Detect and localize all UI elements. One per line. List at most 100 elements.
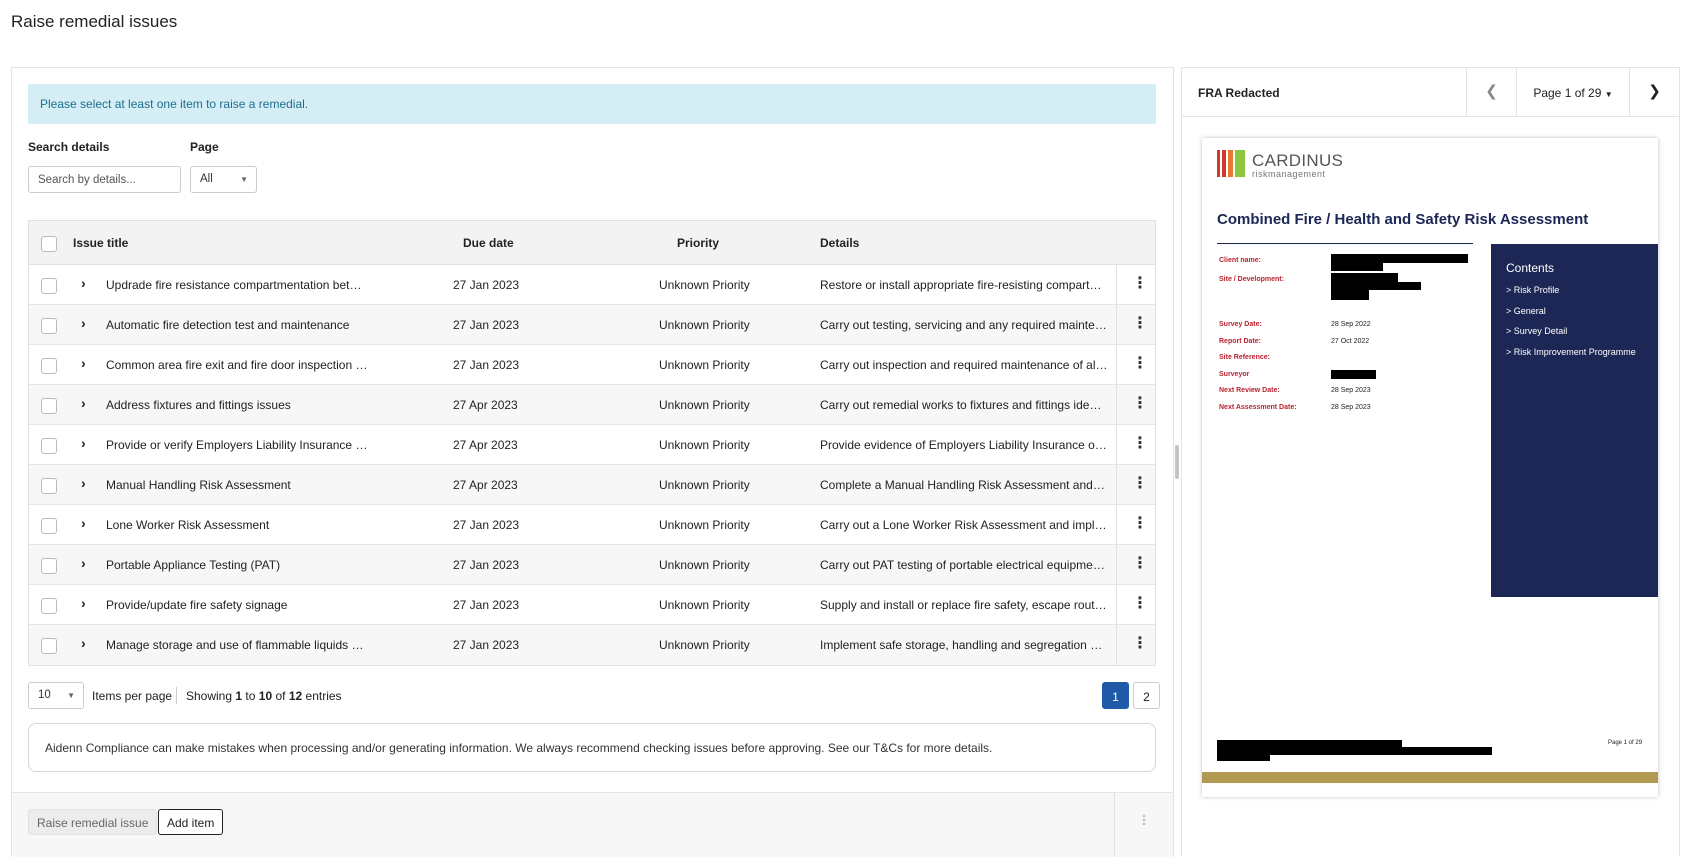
- details: Complete a Manual Handling Risk Assessme…: [820, 478, 1108, 492]
- kebab-menu-icon[interactable]: ⋮: [1132, 596, 1148, 612]
- table-row: › Automatic fire detection test and main…: [29, 305, 1155, 345]
- page-button-2[interactable]: 2: [1133, 682, 1160, 709]
- column-divider: [1116, 265, 1117, 304]
- pdf-field-label: Report Date:: [1219, 338, 1262, 345]
- chevron-right-icon[interactable]: ›: [81, 516, 86, 530]
- priority: Unknown Priority: [659, 318, 750, 332]
- kebab-menu-icon[interactable]: ⋮: [1132, 476, 1148, 492]
- table-row: › Updrade fire resistance compartmentati…: [29, 265, 1155, 305]
- document-viewer: FRA Redacted ❮ Page 1 of 29 ▼ ❯ CARDINUS…: [1181, 67, 1680, 856]
- pdf-field-value: 28 Sep 2023: [1331, 387, 1371, 394]
- remedial-list-panel: Please select at least one item to raise…: [11, 67, 1174, 857]
- issue-title: Manual Handling Risk Assessment: [106, 478, 291, 492]
- panel-resize-handle[interactable]: [1175, 445, 1179, 479]
- chevron-right-icon[interactable]: ❯: [1629, 68, 1679, 116]
- column-divider: [1116, 505, 1117, 544]
- select-all-checkbox[interactable]: [41, 236, 57, 252]
- chevron-right-icon[interactable]: ›: [81, 436, 86, 450]
- search-label: Search details: [28, 140, 110, 154]
- pdf-field-label: Client name:: [1219, 257, 1262, 264]
- chevron-right-icon[interactable]: ›: [81, 556, 86, 570]
- row-checkbox[interactable]: [41, 318, 57, 334]
- pdf-page-preview: CARDINUS riskmanagement Combined Fire / …: [1202, 138, 1658, 797]
- table-row: › Provide/update fire safety signage 27 …: [29, 585, 1155, 625]
- due-date: 27 Apr 2023: [453, 398, 518, 412]
- contents-title: Contents: [1506, 261, 1555, 275]
- page-indicator-dropdown[interactable]: Page 1 of 29 ▼: [1516, 68, 1629, 116]
- chevron-right-icon[interactable]: ›: [81, 636, 86, 650]
- column-divider: [1116, 465, 1117, 504]
- details: Carry out remedial works to fixtures and…: [820, 398, 1108, 412]
- divider: [1114, 793, 1115, 857]
- header-priority: Priority: [677, 236, 720, 250]
- chevron-right-icon[interactable]: ›: [81, 316, 86, 330]
- chevron-right-icon[interactable]: ›: [81, 276, 86, 290]
- row-checkbox[interactable]: [41, 358, 57, 374]
- chevron-left-icon[interactable]: ❮: [1466, 68, 1516, 116]
- items-per-page-select[interactable]: 10 ▼: [28, 682, 84, 709]
- chevron-right-icon[interactable]: ›: [81, 356, 86, 370]
- divider: [176, 687, 177, 704]
- details: Implement safe storage, handling and seg…: [820, 638, 1108, 652]
- due-date: 27 Apr 2023: [453, 438, 518, 452]
- priority: Unknown Priority: [659, 598, 750, 612]
- items-per-page-label: Items per page: [92, 689, 173, 703]
- raise-remedial-button[interactable]: Raise remedial issue: [28, 809, 158, 835]
- pdf-field-label: Next Review Date:: [1219, 387, 1280, 394]
- kebab-menu-icon[interactable]: ⋮: [1132, 356, 1148, 372]
- chevron-right-icon[interactable]: ›: [81, 596, 86, 610]
- issue-title: Address fixtures and fittings issues: [106, 398, 291, 412]
- issue-title: Portable Appliance Testing (PAT): [106, 558, 281, 572]
- contents-item: > Survey Detail: [1506, 326, 1568, 336]
- kebab-menu-icon[interactable]: ⋮: [1132, 396, 1148, 412]
- table-row: › Portable Appliance Testing (PAT) 27 Ja…: [29, 545, 1155, 585]
- kebab-menu-icon[interactable]: ⋮: [1132, 636, 1148, 652]
- redaction-block: [1217, 753, 1270, 761]
- due-date: 27 Apr 2023: [453, 478, 518, 492]
- showing-entries-text: Showing 1 to 10 of 12 entries: [186, 689, 342, 703]
- row-checkbox[interactable]: [41, 398, 57, 414]
- due-date: 27 Jan 2023: [453, 598, 520, 612]
- page-filter-value: All: [200, 173, 213, 185]
- contents-item: > Risk Improvement Programme: [1506, 347, 1636, 357]
- priority: Unknown Priority: [659, 278, 750, 292]
- vertical-dots-icon[interactable]: ◦ ◦ ◦: [1129, 812, 1159, 830]
- issue-title: Provide/update fire safety signage: [106, 598, 288, 612]
- row-checkbox[interactable]: [41, 478, 57, 494]
- kebab-menu-icon[interactable]: ⋮: [1132, 516, 1148, 532]
- page-filter-select[interactable]: All ▼: [190, 166, 257, 193]
- pdf-field-label: Next Assessment Date:: [1219, 404, 1297, 411]
- table-row: › Provide or verify Employers Liability …: [29, 425, 1155, 465]
- kebab-menu-icon[interactable]: ⋮: [1132, 436, 1148, 452]
- kebab-menu-icon[interactable]: ⋮: [1132, 316, 1148, 332]
- kebab-menu-icon[interactable]: ⋮: [1132, 276, 1148, 292]
- chevron-right-icon[interactable]: ›: [81, 396, 86, 410]
- redaction-block: [1331, 263, 1383, 271]
- action-footer: Raise remedial issue Add item ◦ ◦ ◦: [12, 792, 1173, 857]
- add-item-button[interactable]: Add item: [158, 809, 224, 835]
- column-divider: [1116, 585, 1117, 624]
- row-checkbox[interactable]: [41, 638, 57, 654]
- due-date: 27 Jan 2023: [453, 558, 520, 572]
- issue-title: Automatic fire detection test and mainte…: [106, 318, 350, 332]
- row-checkbox[interactable]: [41, 598, 57, 614]
- row-checkbox[interactable]: [41, 278, 57, 294]
- details: Carry out testing, servicing and any req…: [820, 318, 1108, 332]
- row-checkbox[interactable]: [41, 438, 57, 454]
- table-row: › Address fixtures and fittings issues 2…: [29, 385, 1155, 425]
- column-divider: [1116, 345, 1117, 384]
- row-checkbox[interactable]: [41, 558, 57, 574]
- due-date: 27 Jan 2023: [453, 318, 520, 332]
- details: Carry out PAT testing of portable electr…: [820, 558, 1108, 572]
- search-input[interactable]: [28, 166, 181, 193]
- page-button-1[interactable]: 1: [1102, 682, 1129, 709]
- header-issue-title: Issue title: [73, 236, 129, 250]
- chevron-right-icon[interactable]: ›: [81, 476, 86, 490]
- pdf-title: Combined Fire / Health and Safety Risk A…: [1217, 211, 1589, 228]
- redaction-block: [1331, 273, 1398, 282]
- kebab-menu-icon[interactable]: ⋮: [1132, 556, 1148, 572]
- row-checkbox[interactable]: [41, 518, 57, 534]
- issues-table: Issue title Due date Priority Details › …: [28, 220, 1156, 666]
- table-row: › Lone Worker Risk Assessment 27 Jan 202…: [29, 505, 1155, 545]
- pdf-field-value: 27 Oct 2022: [1331, 338, 1370, 345]
